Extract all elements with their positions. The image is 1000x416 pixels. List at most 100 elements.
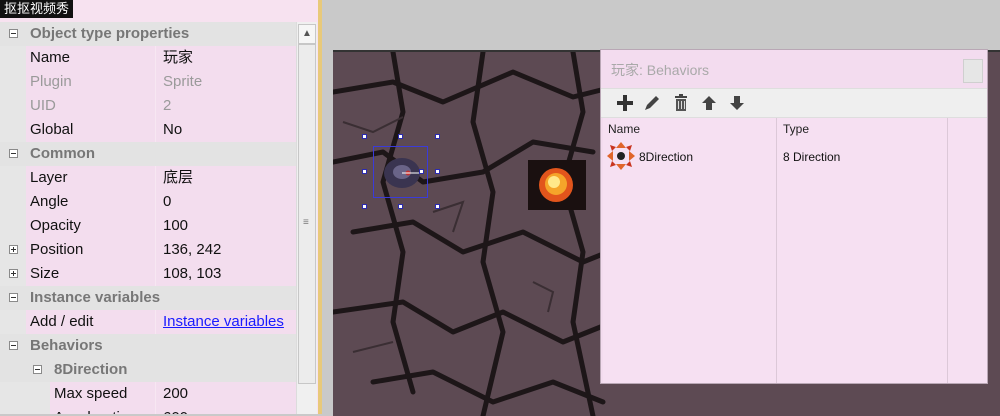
collapse-icon[interactable] bbox=[33, 365, 42, 374]
row-gutter bbox=[0, 118, 26, 142]
origin-handle[interactable] bbox=[419, 169, 424, 174]
property-row-global[interactable]: Global No bbox=[0, 118, 296, 142]
column-separator[interactable] bbox=[776, 118, 777, 383]
category-label: Object type properties bbox=[30, 25, 190, 42]
property-row-uid[interactable]: UID 2 bbox=[0, 94, 296, 118]
scroll-up-icon[interactable]: ▲ bbox=[298, 24, 316, 44]
column-separator[interactable] bbox=[947, 118, 948, 383]
property-value[interactable]: 玩家 bbox=[163, 46, 193, 70]
arrow-up-icon[interactable] bbox=[699, 93, 719, 113]
expand-icon[interactable] bbox=[9, 269, 18, 278]
dialog-title: 玩家: Behaviors bbox=[611, 62, 710, 78]
category-behaviors[interactable]: Behaviors bbox=[0, 334, 296, 358]
resize-handle[interactable] bbox=[435, 204, 440, 209]
resize-handle[interactable] bbox=[398, 204, 403, 209]
property-row-name[interactable]: Name 玩家 bbox=[0, 46, 296, 70]
category-label: 8Direction bbox=[54, 361, 128, 378]
property-value[interactable]: 底层 bbox=[163, 166, 193, 190]
instance-variables-link[interactable]: Instance variables bbox=[163, 310, 284, 334]
property-label: Global bbox=[30, 121, 74, 138]
property-value[interactable]: 100 bbox=[163, 214, 188, 238]
column-header-name[interactable]: Name bbox=[608, 122, 640, 136]
scroll-thumb[interactable]: ≡ bbox=[298, 44, 316, 384]
behavior-name[interactable]: 8Direction bbox=[639, 150, 693, 164]
pencil-icon[interactable] bbox=[642, 93, 662, 113]
property-row-layer[interactable]: Layer 底层 bbox=[0, 166, 296, 190]
properties-scrollbar[interactable]: ▲ ≡ bbox=[296, 22, 317, 414]
category-object-type-properties[interactable]: Object type properties bbox=[0, 22, 296, 46]
property-row-position[interactable]: Position 136, 242 bbox=[0, 238, 296, 262]
property-label: Opacity bbox=[30, 217, 81, 234]
cell-separator bbox=[155, 406, 156, 414]
resize-handle[interactable] bbox=[362, 204, 367, 209]
row-gutter bbox=[0, 70, 26, 94]
collapse-icon[interactable] bbox=[9, 341, 18, 350]
property-row-opacity[interactable]: Opacity 100 bbox=[0, 214, 296, 238]
row-gutter bbox=[0, 94, 26, 118]
collapse-icon[interactable] bbox=[9, 29, 18, 38]
property-value[interactable]: 2 bbox=[163, 94, 171, 118]
resize-handle[interactable] bbox=[398, 134, 403, 139]
property-label: Size bbox=[30, 265, 60, 282]
behaviors-list[interactable]: Name Type 8Direction 8 Direction bbox=[603, 118, 987, 383]
behaviors-toolbar bbox=[601, 88, 987, 118]
property-value[interactable]: 108, 103 bbox=[163, 262, 221, 286]
row-gutter bbox=[0, 358, 26, 382]
panel-splitter[interactable] bbox=[318, 0, 322, 414]
category-label: Common bbox=[30, 145, 95, 162]
collapse-icon[interactable] bbox=[9, 293, 18, 302]
resize-handle[interactable] bbox=[362, 134, 367, 139]
trash-icon[interactable] bbox=[671, 93, 691, 113]
property-row-acceleration[interactable]: Acceleration 600 bbox=[0, 406, 296, 414]
row-gutter bbox=[0, 214, 26, 238]
cell-separator bbox=[155, 382, 156, 406]
cell-separator bbox=[155, 94, 156, 118]
resize-handle[interactable] bbox=[362, 169, 367, 174]
explosion-sprite[interactable] bbox=[528, 160, 586, 210]
add-icon[interactable] bbox=[615, 93, 635, 113]
property-row-plugin[interactable]: Plugin Sprite bbox=[0, 70, 296, 94]
cell-separator bbox=[155, 190, 156, 214]
property-value[interactable]: 0 bbox=[163, 190, 171, 214]
category-8direction[interactable]: 8Direction bbox=[0, 358, 296, 382]
property-row-max-speed[interactable]: Max speed 200 bbox=[0, 382, 296, 406]
column-header-type[interactable]: Type bbox=[783, 122, 809, 136]
close-button[interactable] bbox=[963, 59, 983, 83]
collapse-icon[interactable] bbox=[9, 149, 18, 158]
property-value[interactable]: Sprite bbox=[163, 70, 202, 94]
property-row-size[interactable]: Size 108, 103 bbox=[0, 262, 296, 286]
property-row-angle[interactable]: Angle 0 bbox=[0, 190, 296, 214]
cell-separator bbox=[155, 46, 156, 70]
cell-separator bbox=[155, 238, 156, 262]
property-label: Position bbox=[30, 241, 84, 258]
resize-handle[interactable] bbox=[435, 134, 440, 139]
category-common[interactable]: Common bbox=[0, 142, 296, 166]
property-label: Plugin bbox=[30, 73, 72, 90]
property-row-add-edit[interactable]: Add / edit Instance variables bbox=[0, 310, 296, 334]
property-value[interactable]: No bbox=[163, 118, 182, 142]
row-gutter bbox=[0, 406, 50, 414]
arrow-down-icon[interactable] bbox=[727, 93, 747, 113]
row-gutter bbox=[0, 46, 26, 70]
property-label: Layer bbox=[30, 169, 68, 186]
cell-separator bbox=[155, 70, 156, 94]
scroll-grip-icon: ≡ bbox=[303, 217, 309, 228]
properties-panel: 抠抠视频秀 Object type properties Name 玩家 Plugin… bbox=[0, 0, 320, 414]
property-label: Name bbox=[30, 49, 71, 66]
category-instance-variables[interactable]: Instance variables bbox=[0, 286, 296, 310]
category-label: Behaviors bbox=[30, 337, 103, 354]
property-value[interactable]: 600 bbox=[163, 406, 188, 414]
property-label: Angle bbox=[30, 193, 69, 210]
cell-separator bbox=[155, 310, 156, 334]
resize-handle[interactable] bbox=[435, 169, 440, 174]
category-label: Instance variables bbox=[30, 289, 161, 306]
eight-direction-icon bbox=[607, 142, 635, 170]
behavior-type[interactable]: 8 Direction bbox=[783, 150, 840, 164]
property-label: Acceleration bbox=[54, 406, 137, 414]
row-gutter bbox=[0, 190, 26, 214]
property-value[interactable]: 200 bbox=[163, 382, 188, 406]
cell-separator bbox=[155, 262, 156, 286]
cell-separator bbox=[155, 166, 156, 190]
property-value[interactable]: 136, 242 bbox=[163, 238, 221, 262]
expand-icon[interactable] bbox=[9, 245, 18, 254]
